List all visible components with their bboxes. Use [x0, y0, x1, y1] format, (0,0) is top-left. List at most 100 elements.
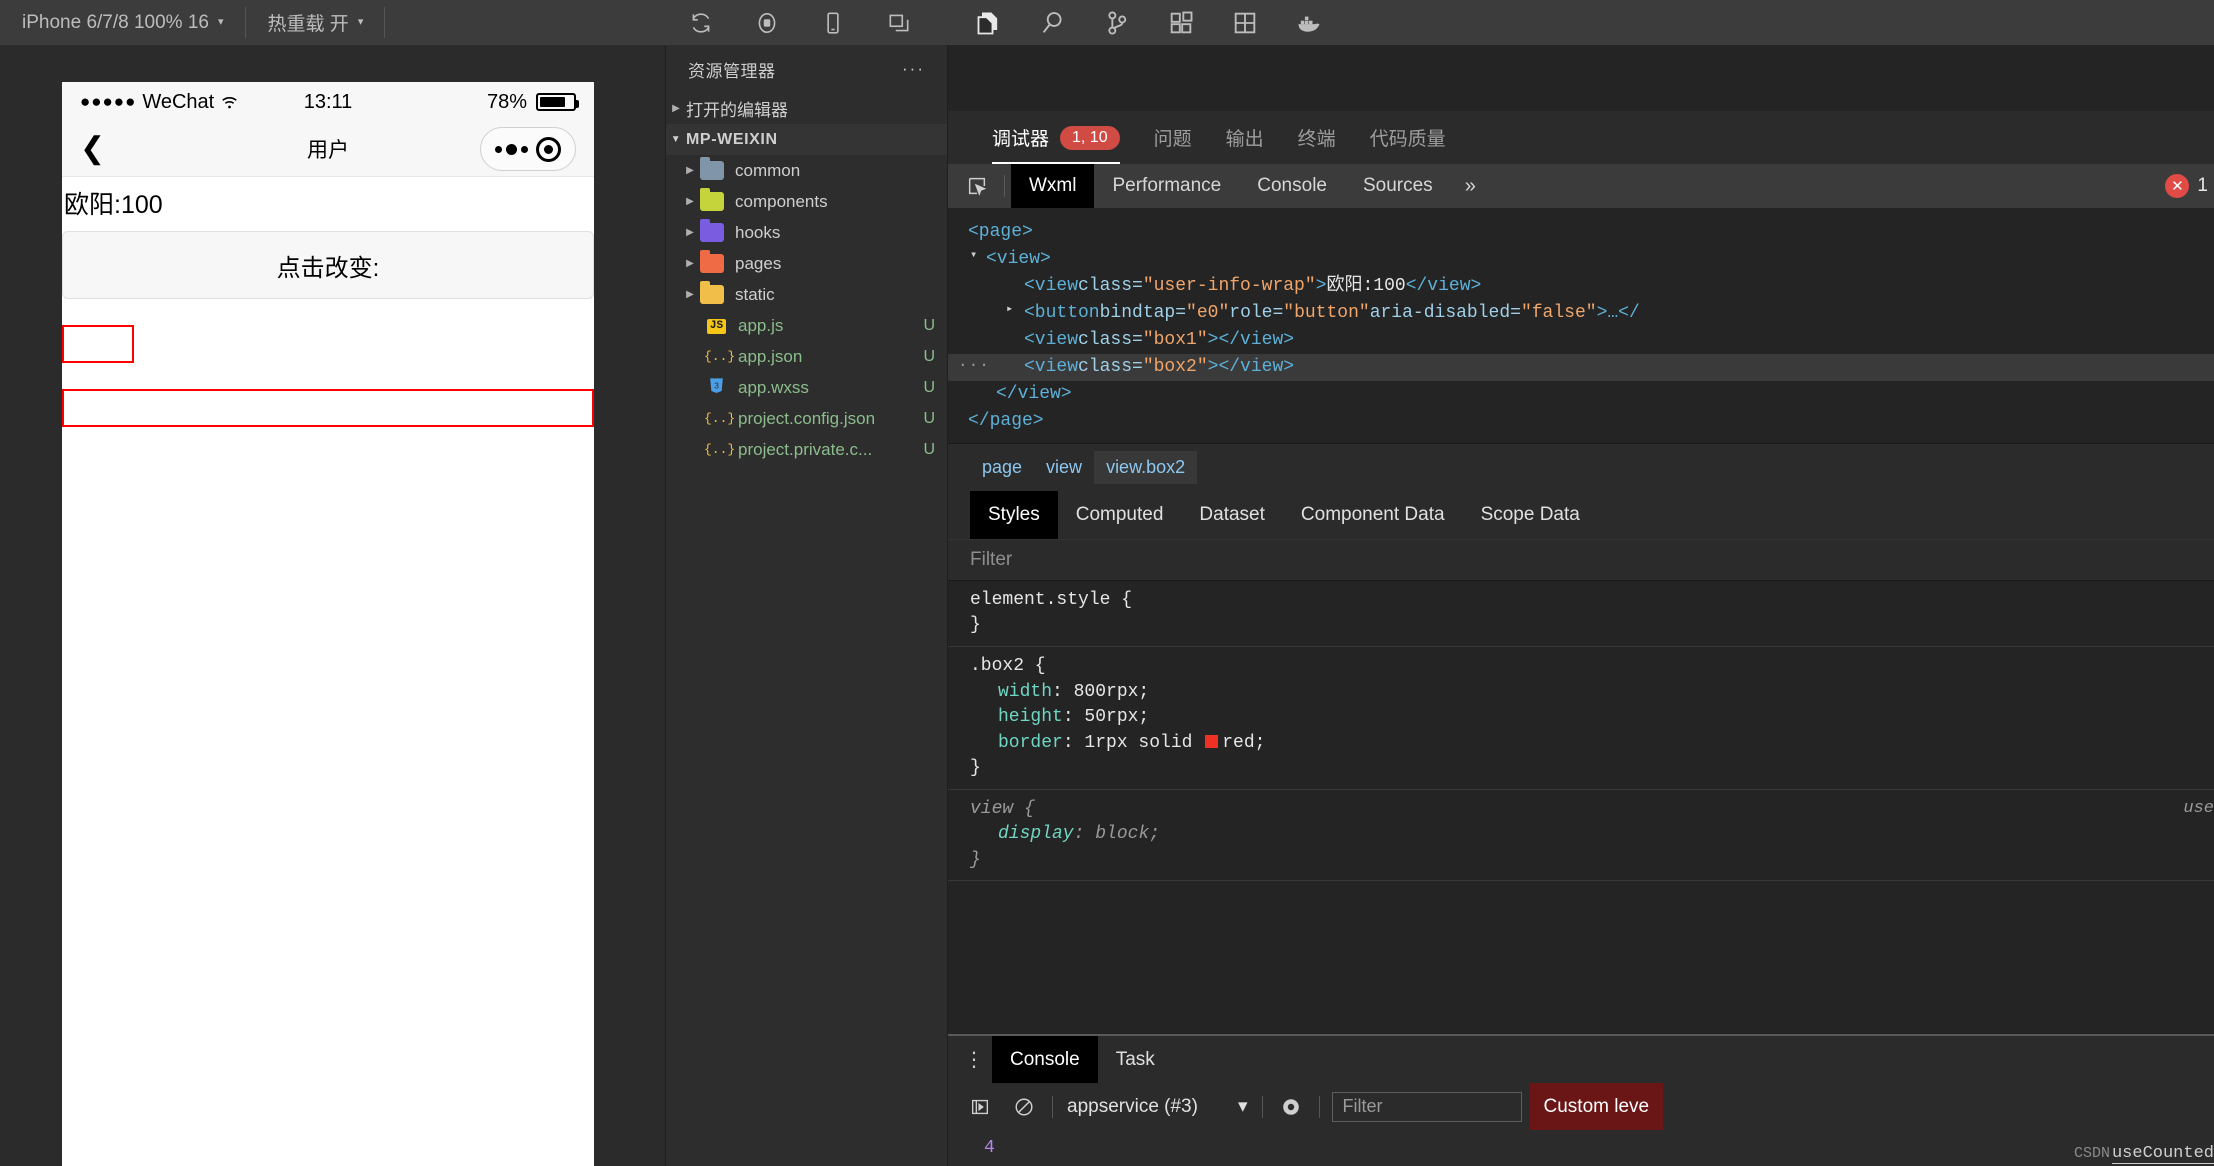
windows-icon[interactable] — [866, 0, 932, 45]
wxml-token: "user-info-wrap" — [1142, 275, 1316, 296]
execute-sidebar-icon[interactable] — [958, 1083, 1002, 1130]
file-item-app-wxss[interactable]: 3 app.wxss U — [666, 372, 947, 403]
drawer-tab-task[interactable]: Task — [1098, 1036, 1173, 1083]
files-icon[interactable] — [957, 0, 1021, 45]
css-rule-box2[interactable]: .box2 { width: 800rpx; height: 50rpx; bo… — [948, 647, 2214, 790]
extensions-icon[interactable] — [1149, 0, 1213, 45]
file-item-project-config[interactable]: {..} project.config.json U — [666, 403, 947, 434]
devtab-sources[interactable]: Sources — [1345, 164, 1451, 208]
expand-triangle-icon[interactable]: ▸ — [1006, 301, 1013, 317]
breadcrumb-item-view[interactable]: view — [1034, 451, 1094, 484]
refresh-icon[interactable] — [668, 0, 734, 45]
folder-icon — [700, 281, 724, 304]
element-picker-icon[interactable] — [956, 164, 998, 208]
css-value: 50rpx; — [1084, 707, 1150, 728]
console-context-selector[interactable]: appservice (#3) ▾ — [1059, 1095, 1256, 1118]
docker-icon[interactable] — [1277, 0, 1341, 45]
activity-bar — [941, 0, 2214, 45]
breadcrumb-item-view-box2[interactable]: view.box2 — [1094, 450, 1198, 484]
css-selector: view { — [970, 798, 1035, 819]
file-item-app-js[interactable]: JS app.js U — [666, 310, 947, 341]
folder-item-hooks[interactable]: ▶ hooks — [666, 217, 947, 248]
wxml-token: "e0" — [1186, 302, 1230, 323]
error-indicator[interactable]: ✕ 1 — [2165, 174, 2214, 198]
tab-output[interactable]: 输出 — [1209, 111, 1281, 164]
record-stop-icon[interactable] — [734, 0, 800, 45]
folder-item-pages[interactable]: ▶ pages — [666, 248, 947, 279]
user-info-wrap: 欧阳:100 — [64, 191, 163, 219]
file-item-app-json[interactable]: {..} app.json U — [666, 341, 947, 372]
eye-icon[interactable] — [1269, 1083, 1313, 1130]
wxml-line[interactable]: ▾ <view> — [948, 245, 2214, 272]
css-declaration[interactable]: width: 800rpx; — [970, 680, 2214, 706]
folder-item-static[interactable]: ▶ static — [666, 279, 947, 310]
styletab-scope-data[interactable]: Scope Data — [1463, 491, 1598, 539]
close-target-icon[interactable] — [536, 136, 561, 162]
svg-text:3: 3 — [714, 381, 719, 391]
wxml-line[interactable]: <page> — [948, 218, 2214, 245]
custom-levels-button[interactable]: Custom leve — [1529, 1083, 1664, 1130]
styletab-styles[interactable]: Styles — [970, 490, 1058, 539]
hot-reload-selector[interactable]: 热重载 开 ▾ — [246, 0, 386, 45]
console-filter-input[interactable]: Filter — [1331, 1091, 1522, 1122]
wxml-token: class= — [1078, 275, 1143, 296]
explorer-header: 资源管理器 ··· — [666, 45, 947, 93]
wxml-text: 欧阳:100 — [1326, 275, 1406, 296]
tab-terminal[interactable]: 终端 — [1281, 111, 1353, 164]
phone-frame: ●●●●● WeChat 13:11 78% ❮ 用户 欧阳:100 点击改变: — [62, 82, 594, 1166]
devtab-wxml[interactable]: Wxml — [1011, 164, 1095, 208]
wxml-token: > — [1315, 275, 1327, 296]
css-declaration[interactable]: display: block; — [970, 822, 2214, 848]
file-label: project.private.c... — [738, 439, 873, 459]
css-rule-element-style[interactable]: element.style { } — [948, 581, 2214, 647]
tab-code-quality[interactable]: 代码质量 — [1353, 111, 1463, 164]
folder-item-components[interactable]: ▶ components — [666, 186, 947, 217]
wxml-line-selected[interactable]: ··· <view class= "box2" ></view> — [948, 353, 2214, 381]
source-control-icon[interactable] — [1085, 0, 1149, 45]
styletab-computed[interactable]: Computed — [1058, 491, 1182, 539]
wxml-line[interactable]: </view> — [948, 381, 2214, 408]
devtab-console[interactable]: Console — [1239, 164, 1345, 208]
expand-triangle-icon[interactable]: ▾ — [970, 247, 977, 263]
open-editors-section[interactable]: ▶ 打开的编辑器 — [666, 93, 947, 124]
tab-problems[interactable]: 问题 — [1137, 111, 1209, 164]
more-actions-icon[interactable]: ··· — [902, 59, 925, 79]
more-dots-icon[interactable] — [495, 143, 528, 155]
project-root-section[interactable]: ▼ MP-WEIXIN — [666, 124, 947, 155]
more-tabs-icon[interactable]: » — [1451, 175, 1490, 198]
drawer-tab-console[interactable]: Console — [992, 1036, 1098, 1083]
device-selector[interactable]: iPhone 6/7/8 100% 16 ▾ — [0, 0, 246, 45]
breadcrumb-item-page[interactable]: page — [970, 451, 1034, 484]
file-label: project.config.json — [738, 408, 876, 428]
drawer-menu-icon[interactable]: ⋮ — [956, 1036, 992, 1083]
divider — [1261, 1095, 1263, 1118]
styletab-component-data[interactable]: Component Data — [1283, 491, 1463, 539]
color-swatch-icon[interactable] — [1205, 734, 1219, 748]
folder-label: pages — [735, 253, 782, 273]
layout-icon[interactable] — [1213, 0, 1277, 45]
styletab-dataset[interactable]: Dataset — [1181, 491, 1282, 539]
phone-icon[interactable] — [800, 0, 866, 45]
css-value: block; — [1095, 824, 1161, 845]
css-declaration[interactable]: height: 50rpx; — [970, 705, 2214, 731]
css-property: border — [998, 732, 1063, 753]
tab-label: 代码质量 — [1369, 129, 1446, 150]
tab-debugger[interactable]: 调试器 1, 10 — [975, 111, 1137, 164]
devtab-performance[interactable]: Performance — [1094, 164, 1239, 208]
wxml-line[interactable]: </page> — [948, 408, 2214, 435]
styles-filter-input[interactable]: Filter — [948, 538, 2214, 581]
folder-icon — [700, 157, 724, 180]
wechat-capsule[interactable] — [480, 127, 576, 171]
wxml-line[interactable]: ▸ <button bindtap= "e0" role= "button" a… — [948, 299, 2214, 326]
folder-item-common[interactable]: ▶ common — [666, 155, 947, 186]
wxml-line[interactable]: <view class= "user-info-wrap" > 欧阳:100 <… — [948, 272, 2214, 299]
wxml-line[interactable]: <view class= "box1" ></view> — [948, 326, 2214, 353]
battery-icon — [536, 93, 579, 111]
tap-change-button[interactable]: 点击改变: — [62, 231, 594, 299]
css-declaration[interactable]: border: 1rpx solid red; — [970, 731, 2214, 757]
search-icon[interactable] — [1021, 0, 1085, 45]
clear-console-icon[interactable] — [1002, 1083, 1046, 1130]
css-rule-view[interactable]: use view { display: block; } — [948, 790, 2214, 882]
node-menu-icon[interactable]: ··· — [958, 355, 990, 376]
file-item-project-private[interactable]: {..} project.private.c... U — [666, 434, 947, 465]
